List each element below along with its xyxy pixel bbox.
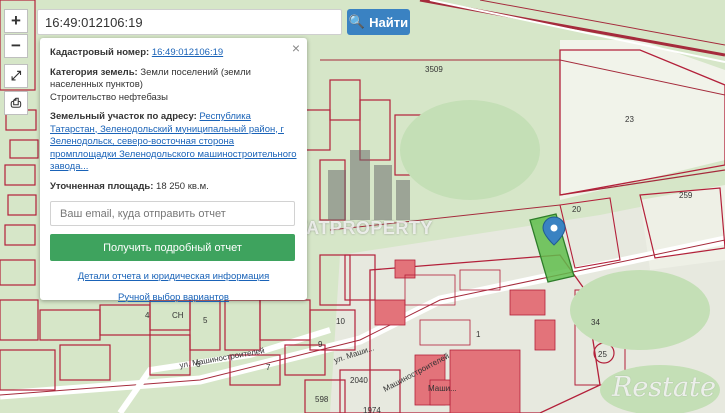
search-button[interactable]: 🔍 Найти <box>347 9 410 35</box>
map-label: 3509 <box>425 65 443 74</box>
search-input[interactable] <box>37 9 342 35</box>
map-label: 5 <box>203 316 208 325</box>
search-icon: 🔍 <box>348 14 366 29</box>
map-label: 25 <box>598 350 607 359</box>
map-label: 1974 <box>363 406 381 413</box>
area-row: Уточненная площадь: 18 250 кв.м. <box>50 181 297 194</box>
zoom-in-button[interactable]: + <box>4 9 28 33</box>
zoom-out-button[interactable]: − <box>4 34 28 58</box>
area-label: Уточненная площадь: <box>50 180 154 192</box>
map-label: 4 <box>145 311 150 320</box>
map-label: СН <box>172 311 184 320</box>
map-label: 9 <box>318 340 323 349</box>
map-label: 10 <box>336 317 345 326</box>
map-label: 20 <box>572 205 581 214</box>
report-details-link[interactable]: Детали отчета и юридическая информация <box>50 271 297 284</box>
map-label: 598 <box>315 395 329 404</box>
map-label: 1 <box>476 330 481 339</box>
manual-selection-link[interactable]: Ручной выбор вариантов <box>50 292 297 305</box>
category-row: Категория земель: Земли поселений (земли… <box>50 67 297 105</box>
print-button[interactable]: ⎙ <box>4 91 28 115</box>
fullscreen-button[interactable]: ⤢ <box>4 64 28 88</box>
cadastral-link[interactable]: 16:49:012106:19 <box>152 47 223 58</box>
watermark-restate: Restate <box>612 372 716 403</box>
search-button-label: Найти <box>369 14 409 30</box>
cadastral-label: Кадастровый номер: <box>50 47 150 58</box>
area-value: 18 250 кв.м. <box>156 180 209 192</box>
close-icon[interactable]: × <box>292 41 300 54</box>
address-row: Земельный участок по адресу: Республика … <box>50 111 297 174</box>
map-label: 2040 <box>350 376 368 385</box>
get-report-button[interactable]: Получить подробный отчет <box>50 234 295 261</box>
address-label: Земельный участок по адресу: <box>50 111 197 122</box>
cadastral-row: Кадастровый номер: 16:49:012106:19 <box>50 47 297 60</box>
parcel-info-popup: × Кадастровый номер: 16:49:012106:19 Кат… <box>40 38 307 303</box>
land-use-value: Строительство нефтебазы <box>50 91 168 103</box>
category-label: Категория земель: <box>50 66 138 78</box>
map-label: 23 <box>625 115 634 124</box>
map-label: 7 <box>266 363 271 372</box>
map-label: 259 <box>679 191 693 200</box>
email-field[interactable] <box>50 201 295 226</box>
map-label: 34 <box>591 318 600 327</box>
map-label: Маши... <box>428 384 457 393</box>
watermark-brand: TATPROPERTY <box>296 218 433 238</box>
